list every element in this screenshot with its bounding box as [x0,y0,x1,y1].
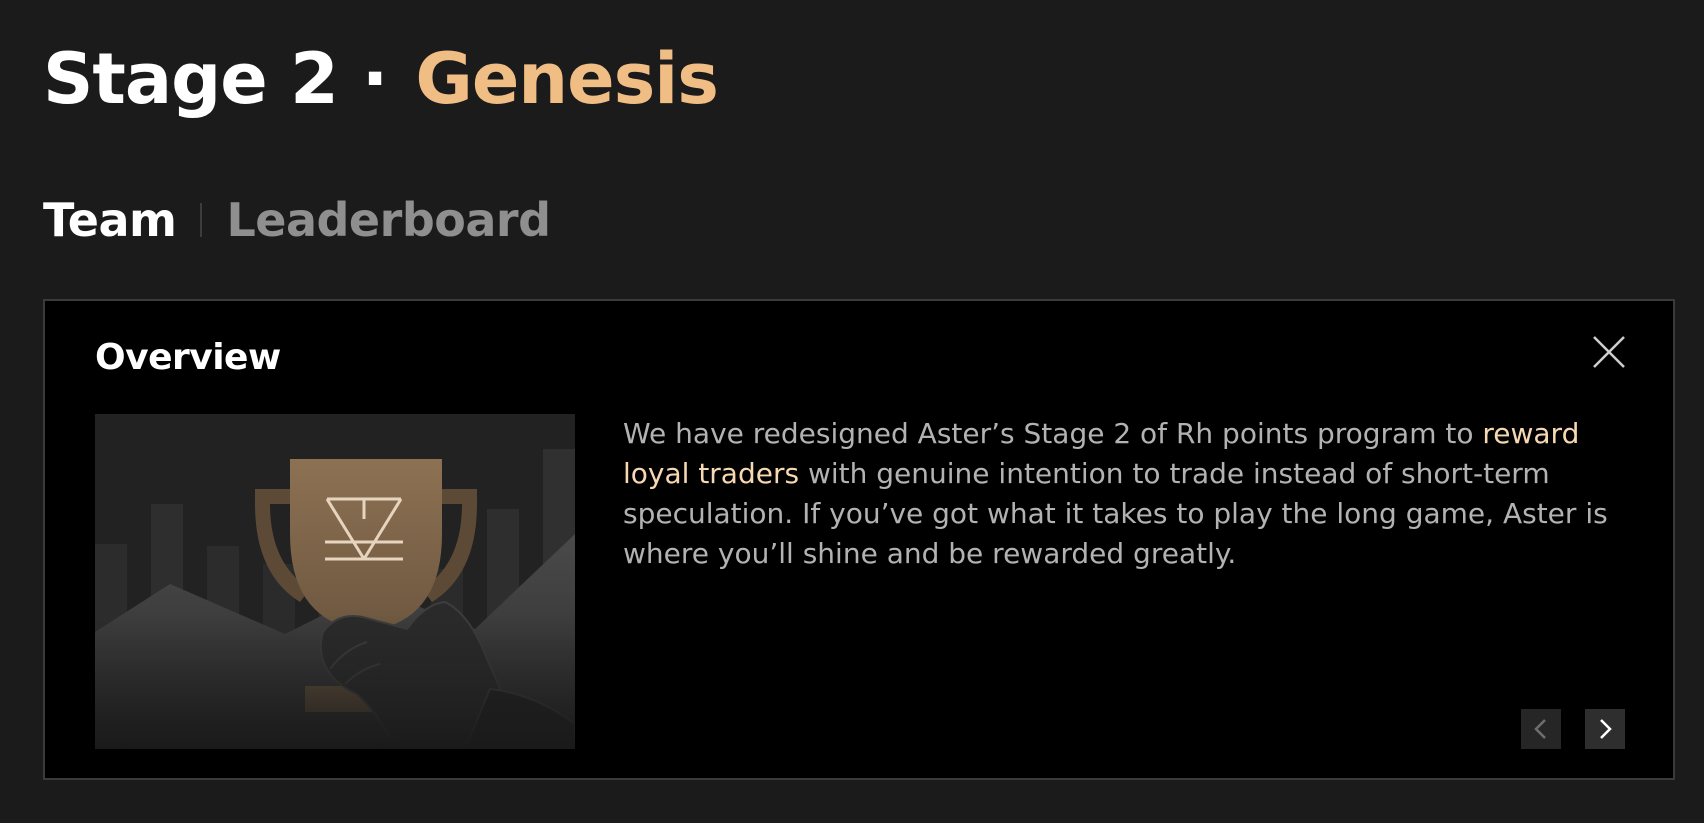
tab-divider [200,203,203,237]
tab-leaderboard[interactable]: Leaderboard [226,193,551,247]
title-separator: · [361,38,389,120]
overview-title: Overview [95,337,281,378]
page-title: Stage 2 · Genesis [43,34,719,124]
chevron-right-icon [1600,719,1612,739]
overview-illustration [95,414,575,749]
next-button[interactable] [1585,709,1625,749]
tab-team[interactable]: Team [43,193,177,247]
close-button[interactable] [1591,334,1627,370]
overview-text-intro: We have redesigned Aster’s Stage 2 of Rh… [623,417,1483,450]
tab-bar: Team Leaderboard [43,190,551,250]
stage-label: Stage 2 [43,38,339,120]
overview-panel: Overview We have redesigned Aster’s Stag… [43,299,1675,780]
trophy-icon [95,414,575,749]
prev-button[interactable] [1521,709,1561,749]
close-icon [1593,336,1625,368]
stage-name: Genesis [415,38,719,120]
chevron-left-icon [1534,719,1546,739]
page: Stage 2 · Genesis Team Leaderboard Overvie… [0,0,1704,823]
overview-description: We have redesigned Aster’s Stage 2 of Rh… [623,414,1613,574]
